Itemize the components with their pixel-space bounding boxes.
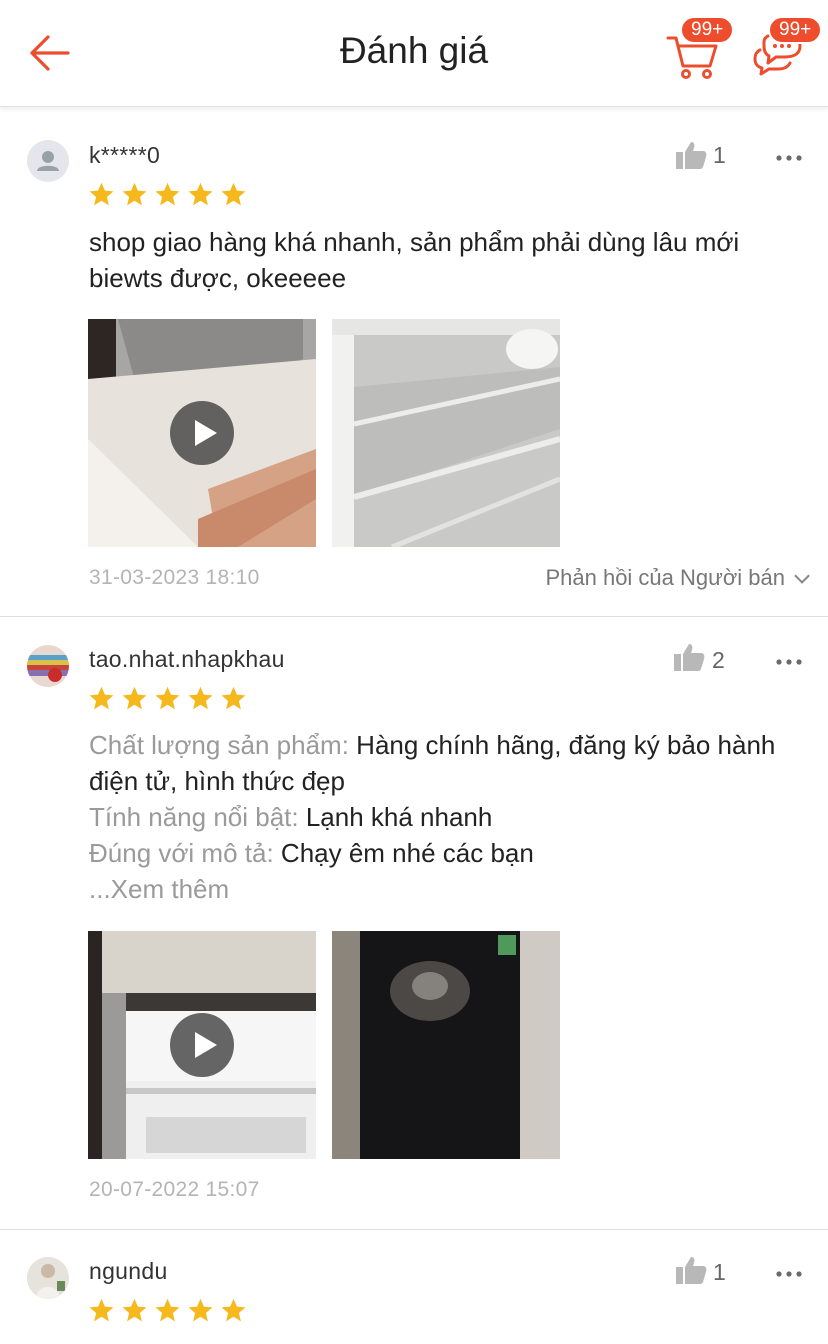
star-rating — [88, 1297, 247, 1325]
review-video-thumbnail[interactable] — [88, 931, 316, 1159]
star-icon — [155, 686, 180, 710]
attribute-label: Tính năng nổi bật: — [89, 802, 299, 832]
review-username: k*****0 — [89, 142, 161, 168]
more-dots-icon — [776, 1271, 802, 1277]
seller-reply-label: Phản hồi của Người bán — [545, 565, 785, 590]
star-icon — [188, 182, 213, 206]
fridge-interior-image — [332, 319, 560, 547]
attribute-value: Chạy êm nhé các bạn — [280, 838, 534, 868]
avatar[interactable] — [27, 1257, 69, 1299]
user-avatar-image — [27, 645, 69, 687]
star-icon — [122, 1298, 147, 1322]
more-dots-icon — [776, 155, 802, 161]
fridge-front-image — [332, 931, 560, 1159]
like-button[interactable] — [673, 642, 709, 674]
star-icon — [122, 182, 147, 206]
review-username: tao.nhat.nhapkhau — [89, 646, 285, 672]
more-options-button[interactable] — [774, 1266, 804, 1277]
thumbs-up-icon — [676, 142, 707, 169]
star-icon — [188, 686, 213, 710]
review-date: 31-03-2023 18:10 — [89, 566, 260, 589]
star-rating — [88, 685, 247, 713]
review-photo[interactable] — [332, 931, 560, 1159]
cart-button[interactable]: 99+ — [664, 16, 735, 84]
avatar[interactable] — [27, 140, 69, 182]
user-avatar-image — [27, 1257, 69, 1299]
default-avatar-icon — [37, 151, 59, 171]
star-icon — [221, 686, 246, 710]
more-dots-icon — [776, 659, 802, 665]
review-date: 20-07-2022 15:07 — [89, 1178, 260, 1201]
review-attributes: Chất lượng sản phẩm: Hàng chính hãng, đă… — [89, 727, 789, 907]
like-button[interactable] — [675, 140, 711, 172]
star-rating — [88, 181, 247, 209]
seller-reply-toggle[interactable]: Phản hồi của Người bán — [545, 565, 810, 591]
star-icon — [221, 182, 246, 206]
chat-count-badge: 99+ — [768, 16, 823, 44]
star-icon — [89, 1298, 114, 1322]
star-icon — [122, 686, 147, 710]
avatar[interactable] — [27, 645, 69, 687]
like-count: 1 — [713, 142, 726, 168]
thumbs-up-icon — [674, 644, 705, 671]
thumbs-up-icon — [676, 1257, 707, 1284]
top-bar: Đánh giá 99+ 99+ — [0, 0, 828, 107]
like-count: 1 — [713, 1259, 726, 1285]
review-photo[interactable] — [332, 319, 560, 547]
attribute-label: Chất lượng sản phẩm: — [89, 730, 349, 760]
star-icon — [89, 686, 114, 710]
star-icon — [155, 1298, 180, 1322]
see-more-link[interactable]: ...Xem thêm — [89, 871, 789, 907]
cart-count-badge: 99+ — [680, 16, 735, 44]
review-divider — [0, 616, 828, 617]
star-icon — [221, 1298, 246, 1322]
attribute-accuracy: Đúng với mô tả: Chạy êm nhé các bạn — [89, 835, 789, 871]
attribute-quality: Chất lượng sản phẩm: Hàng chính hãng, đă… — [89, 727, 789, 799]
more-options-button[interactable] — [774, 654, 804, 665]
chevron-down-icon — [794, 568, 810, 584]
star-icon — [155, 182, 180, 206]
review-username: ngundu — [89, 1258, 168, 1284]
review-divider — [0, 1229, 828, 1230]
review-text: shop giao hàng khá nhanh, sản phẩm phải … — [89, 227, 740, 293]
play-icon — [170, 1013, 234, 1077]
star-icon — [188, 1298, 213, 1322]
review-video-thumbnail[interactable] — [88, 319, 316, 547]
star-icon — [89, 182, 114, 206]
attribute-label: Đúng với mô tả: — [89, 838, 274, 868]
play-icon — [170, 401, 234, 465]
like-button[interactable] — [675, 1255, 711, 1287]
more-options-button[interactable] — [774, 150, 804, 161]
like-count: 2 — [712, 647, 725, 673]
attribute-feature: Tính năng nổi bật: Lạnh khá nhanh — [89, 799, 789, 835]
attribute-value: Lạnh khá nhanh — [305, 802, 493, 832]
chat-button[interactable]: 99+ — [750, 16, 823, 84]
